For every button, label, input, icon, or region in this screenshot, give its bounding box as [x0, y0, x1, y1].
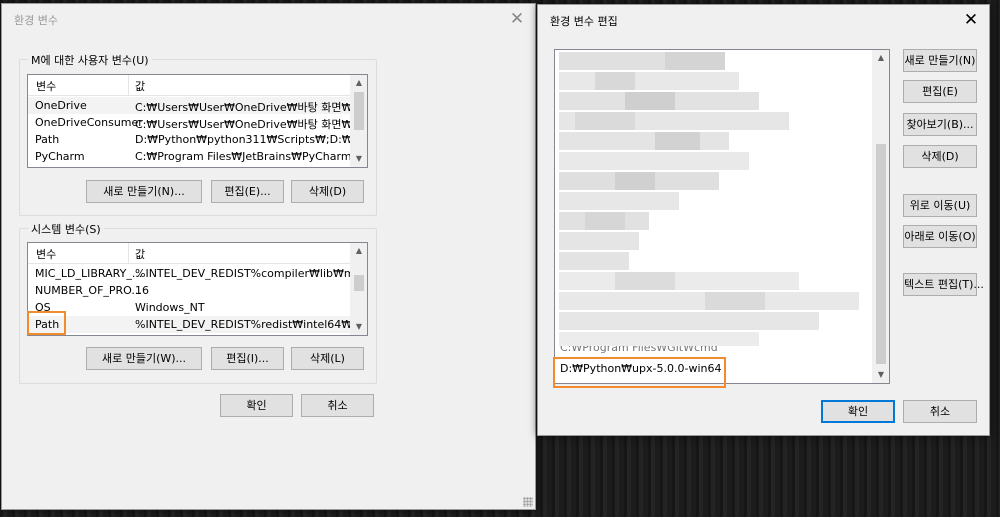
system-edit-button[interactable]: 편집(I)... — [211, 347, 284, 370]
var-value: 16 — [135, 284, 149, 297]
vertical-scrollbar[interactable]: ▲ ▼ — [350, 243, 367, 335]
table-row[interactable]: OneDrive C:₩Users₩User₩OneDrive₩바탕 화면₩On… — [28, 97, 367, 114]
column-header-value[interactable]: 값 — [135, 246, 145, 262]
var-value: %INTEL_DEV_REDIST%compiler₩lib₩mic — [135, 267, 364, 280]
browse-button[interactable]: 찾아보기(B)... — [903, 113, 977, 136]
user-variables-label: M에 대한 사용자 변수(U) — [28, 52, 152, 68]
edit-env-variable-dialog: 환경 변수 편집 ✕ C:₩Program Files₩Git₩cmd D:₩P… — [537, 4, 990, 436]
scroll-thumb[interactable] — [354, 92, 364, 130]
var-name: MIC_LD_LIBRARY_... — [35, 267, 143, 280]
move-down-button[interactable]: 아래로 이동(O) — [903, 225, 977, 248]
system-delete-button[interactable]: 삭제(L) — [291, 347, 364, 370]
table-row[interactable]: MIC_LD_LIBRARY_... %INTEL_DEV_REDIST%com… — [28, 265, 364, 282]
user-new-button[interactable]: 새로 만들기(N)... — [86, 180, 202, 203]
scroll-down-icon[interactable]: ▼ — [873, 367, 889, 383]
table-row[interactable]: OneDriveConsumer C:₩Users₩User₩OneDrive₩… — [28, 114, 367, 131]
table-row[interactable]: Path %INTEL_DEV_REDIST%redist₩intel64₩co… — [28, 316, 367, 333]
system-new-button[interactable]: 새로 만들기(W)... — [86, 347, 202, 370]
partial-entry[interactable]: C:₩Program Files₩Git₩cmd — [560, 346, 718, 355]
var-name: Path — [35, 133, 60, 146]
table-row[interactable]: Path D:₩Python₩python311₩Scripts₩;D:₩Pyt… — [28, 131, 367, 148]
ok-button[interactable]: 확인 — [220, 394, 293, 417]
var-value: Windows_NT — [135, 301, 205, 314]
list-header: 변수 값 — [28, 75, 350, 96]
user-variables-list[interactable]: 변수 값 OneDrive C:₩Users₩User₩OneDrive₩바탕 … — [27, 74, 368, 168]
column-header-name[interactable]: 변수 — [36, 78, 56, 94]
scroll-thumb[interactable] — [876, 144, 886, 364]
vertical-scrollbar[interactable]: ▲ ▼ — [872, 50, 889, 383]
edit-text-button[interactable]: 텍스트 편집(T)... — [903, 273, 984, 296]
blurred-entries — [555, 50, 873, 355]
new-entry-highlight — [553, 357, 726, 388]
var-name: OneDrive — [35, 99, 87, 112]
system-variables-label: 시스템 변수(S) — [28, 221, 104, 237]
system-variables-list[interactable]: 변수 값 MIC_LD_LIBRARY_... %INTEL_DEV_REDIS… — [27, 242, 368, 336]
var-value: C:₩Users₩User₩OneDrive₩바탕 화면₩One... — [135, 118, 368, 131]
new-button[interactable]: 새로 만들기(N) — [903, 49, 977, 72]
var-name: NUMBER_OF_PRO... — [35, 284, 142, 297]
column-header-value[interactable]: 값 — [135, 78, 145, 94]
window-title: 환경 변수 — [14, 14, 58, 27]
var-value: D:₩Python₩python311₩Scripts₩;D:₩Pyth... — [135, 133, 368, 146]
title-bar: 환경 변수 ✕ — [2, 4, 535, 34]
list-header: 변수 값 — [28, 243, 350, 264]
delete-button[interactable]: 삭제(D) — [903, 145, 977, 168]
scroll-up-icon[interactable]: ▲ — [873, 50, 889, 66]
path-entries-list[interactable]: C:₩Program Files₩Git₩cmd D:₩Python₩upx-5… — [554, 49, 890, 384]
user-edit-button[interactable]: 편집(E)... — [211, 180, 284, 203]
window-title: 환경 변수 편집 — [550, 15, 618, 28]
var-value: C:₩Users₩User₩OneDrive₩바탕 화면₩One... — [135, 101, 368, 114]
path-highlight — [27, 311, 66, 335]
title-bar: 환경 변수 편집 ✕ — [538, 5, 989, 35]
cancel-button[interactable]: 취소 — [301, 394, 374, 417]
move-up-button[interactable]: 위로 이동(U) — [903, 194, 977, 217]
table-row[interactable]: NUMBER_OF_PRO... 16 — [28, 282, 350, 299]
resize-grip-icon[interactable] — [523, 497, 533, 507]
user-delete-button[interactable]: 삭제(D) — [291, 180, 364, 203]
scroll-down-icon[interactable]: ▼ — [351, 151, 367, 167]
close-icon[interactable]: ✕ — [961, 10, 981, 30]
var-name: PyCharm — [35, 150, 85, 163]
column-header-name[interactable]: 변수 — [36, 246, 56, 262]
env-variables-dialog: 환경 변수 ✕ M에 대한 사용자 변수(U) 변수 값 OneDrive C:… — [1, 3, 536, 510]
table-row[interactable]: PyCharm C:₩Program Files₩JetBrains₩PyCha… — [28, 148, 367, 165]
ok-button[interactable]: 확인 — [821, 400, 895, 423]
table-row[interactable]: OS Windows_NT — [28, 299, 350, 316]
scroll-up-icon[interactable]: ▲ — [351, 75, 367, 91]
vertical-scrollbar[interactable]: ▲ ▼ — [350, 75, 367, 167]
var-value: C:₩Program Files₩JetBrains₩PyCharm 202..… — [135, 150, 368, 163]
close-icon[interactable]: ✕ — [507, 9, 527, 29]
var-value: %INTEL_DEV_REDIST%redist₩intel64₩com... — [135, 318, 368, 331]
edit-button[interactable]: 편집(E) — [903, 80, 977, 103]
cancel-button[interactable]: 취소 — [903, 400, 977, 423]
scroll-up-icon[interactable]: ▲ — [351, 243, 367, 259]
scroll-thumb[interactable] — [354, 275, 364, 291]
scroll-down-icon[interactable]: ▼ — [351, 319, 367, 335]
var-name: OneDriveConsumer — [35, 116, 143, 129]
